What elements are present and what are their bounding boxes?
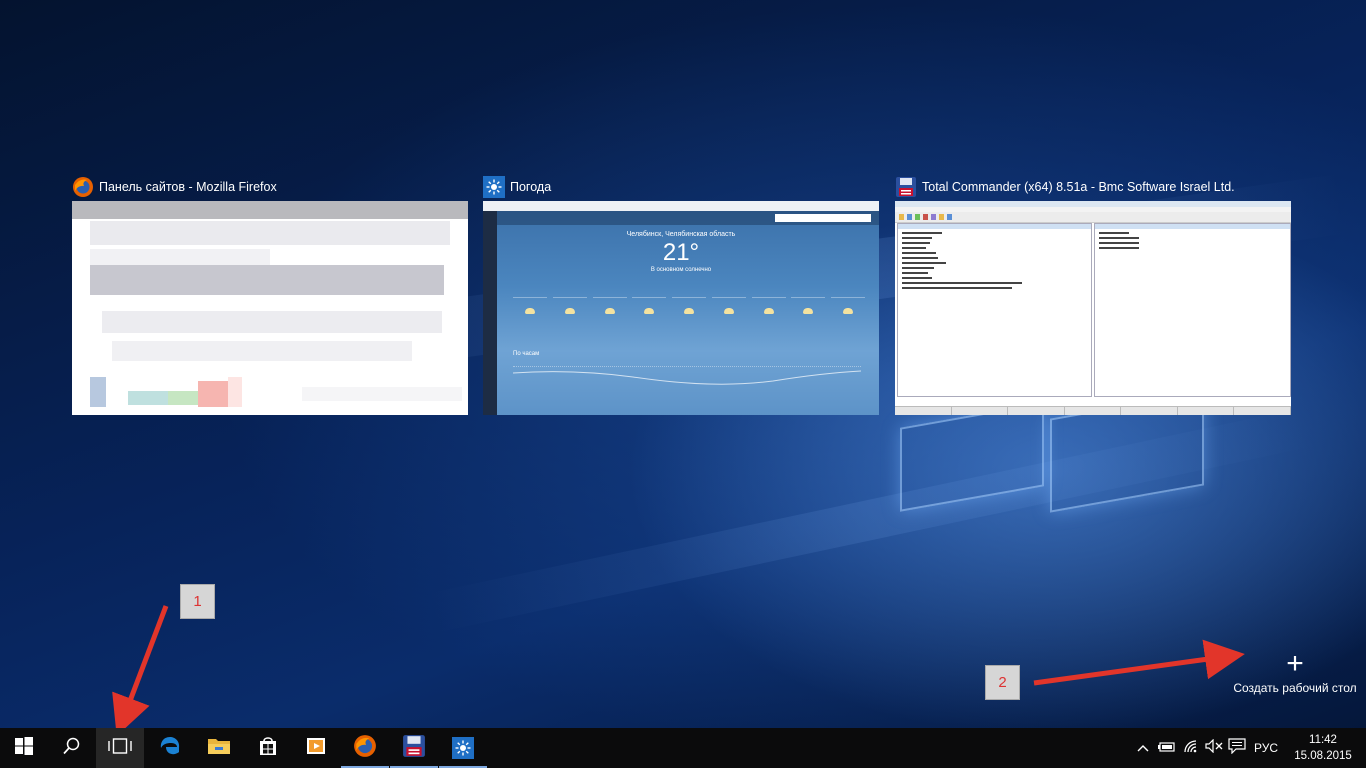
forecast-day — [831, 297, 865, 344]
start-button[interactable] — [0, 728, 48, 768]
media-player-icon — [305, 735, 327, 762]
volume-muted-icon — [1205, 738, 1223, 758]
clock-date: 15.08.2015 — [1294, 750, 1352, 762]
weather-icon — [483, 176, 505, 198]
taskbar-store[interactable] — [244, 728, 292, 768]
tray-battery[interactable] — [1156, 728, 1178, 768]
taskbar-clock[interactable]: 11:42 15.08.2015 — [1288, 732, 1358, 764]
window-title-bar: Панель сайтов - Mozilla Firefox — [72, 174, 468, 200]
taskbar-total-commander[interactable] — [390, 728, 438, 768]
task-view-window-firefox[interactable]: Панель сайтов - Mozilla Firefox — [72, 174, 468, 415]
task-view-icon — [107, 737, 133, 759]
forecast-day — [592, 297, 627, 344]
weather-forecast-row — [513, 297, 865, 343]
window-thumbnail[interactable] — [72, 201, 468, 415]
taskbar-firefox[interactable] — [341, 728, 389, 768]
search-button[interactable] — [48, 728, 96, 768]
weather-app-titlebar — [483, 201, 879, 211]
wallpaper-windows-logo — [900, 391, 1220, 555]
callout-arrow-1 — [112, 605, 169, 737]
window-title: Total Commander (x64) 8.51a - Bmc Softwa… — [922, 180, 1235, 194]
forecast-day — [513, 297, 547, 344]
edge-icon — [159, 735, 181, 762]
callout-badge-2: 2 — [985, 665, 1020, 700]
plus-icon: + — [1286, 647, 1304, 680]
weather-city: Челябинск, Челябинская область — [626, 231, 736, 238]
clock-time: 11:42 — [1309, 734, 1337, 746]
window-thumbnail[interactable] — [895, 201, 1291, 415]
new-desktop-button[interactable]: + Создать рабочий стол — [1228, 647, 1362, 700]
weather-hourly-label: По часам — [513, 351, 540, 357]
window-title: Панель сайтов - Mozilla Firefox — [99, 180, 277, 194]
tray-action-center[interactable] — [1226, 728, 1248, 768]
weather-description: В основном солнечно — [650, 267, 712, 273]
firefox-icon — [353, 734, 377, 763]
weather-search-box — [775, 214, 871, 222]
search-icon — [63, 737, 81, 760]
weather-icon — [452, 737, 474, 759]
window-title-bar: Total Commander (x64) 8.51a - Bmc Softwa… — [895, 174, 1291, 200]
total-commander-icon — [402, 734, 426, 763]
forecast-day — [751, 297, 786, 344]
taskbar-file-explorer[interactable] — [195, 728, 243, 768]
task-view-window-total-commander[interactable]: Total Commander (x64) 8.51a - Bmc Softwa… — [895, 174, 1291, 415]
forecast-day — [552, 297, 587, 344]
file-explorer-icon — [207, 736, 231, 761]
battery-icon — [1157, 739, 1177, 757]
taskbar: РУС 11:42 15.08.2015 — [0, 728, 1366, 768]
callout-arrow-2 — [1033, 639, 1245, 686]
store-icon — [257, 735, 279, 762]
tc-right-pane — [1094, 223, 1291, 397]
tray-overflow-button[interactable] — [1134, 728, 1152, 768]
tray-volume[interactable] — [1204, 728, 1224, 768]
floppy-icon — [895, 176, 917, 198]
forecast-day — [632, 297, 667, 344]
input-language[interactable]: РУС — [1254, 741, 1278, 755]
tc-function-keys — [895, 406, 1291, 415]
task-view-window-weather[interactable]: Погода Челябинск, Челябинская область 21… — [483, 174, 879, 415]
taskbar-media-player[interactable] — [292, 728, 340, 768]
forecast-day — [711, 297, 746, 344]
notification-icon — [1228, 737, 1246, 759]
weather-temperature: 21° — [662, 239, 700, 266]
forecast-day — [791, 297, 826, 344]
tc-toolbar — [895, 212, 1291, 223]
task-view-button[interactable] — [96, 728, 144, 768]
window-title-bar: Погода — [483, 174, 879, 200]
forecast-day — [672, 297, 706, 344]
callout-badge-1: 1 — [180, 584, 215, 619]
taskbar-edge[interactable] — [146, 728, 194, 768]
tray-network[interactable] — [1182, 728, 1202, 768]
chevron-up-icon — [1137, 739, 1149, 757]
taskbar-weather[interactable] — [439, 728, 487, 768]
wallpaper-beam — [425, 406, 1315, 634]
weather-hourly-graph — [512, 366, 862, 405]
wifi-icon — [1183, 739, 1201, 758]
start-icon — [15, 736, 33, 760]
window-thumbnail[interactable]: Челябинск, Челябинская область 21° В осн… — [483, 201, 879, 415]
firefox-icon — [72, 176, 94, 198]
tc-left-pane — [897, 223, 1092, 397]
window-title: Погода — [510, 180, 552, 194]
new-desktop-label: Создать рабочий стол — [1233, 681, 1357, 695]
